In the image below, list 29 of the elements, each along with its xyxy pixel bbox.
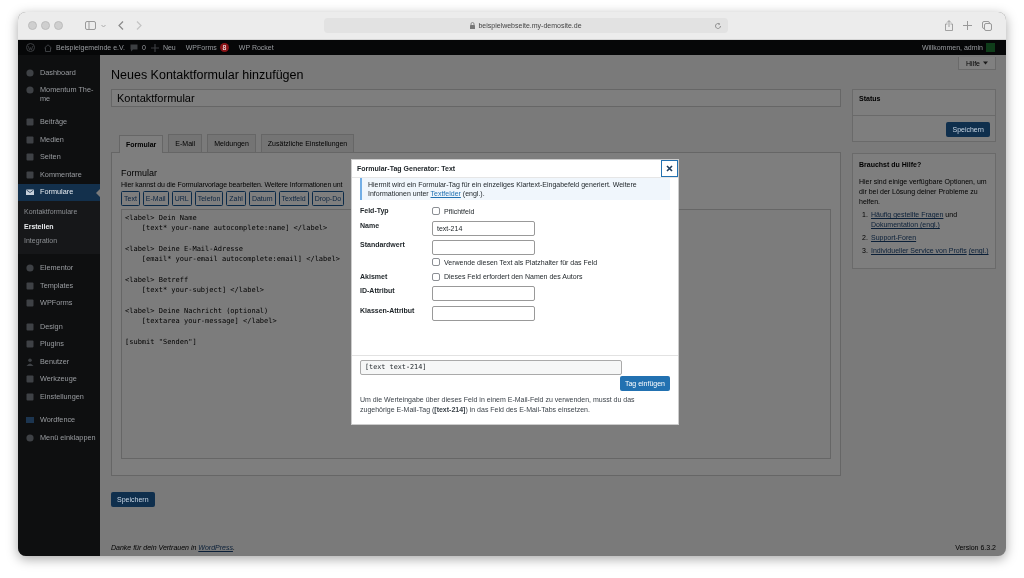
lock-icon (470, 22, 476, 29)
checkbox[interactable] (432, 272, 440, 281)
forward-icon[interactable] (136, 21, 142, 30)
plus-icon (150, 43, 159, 52)
input-field[interactable] (432, 305, 535, 321)
wordpress-logo-icon[interactable] (26, 43, 35, 52)
caret-icon (983, 61, 988, 65)
checkbox[interactable] (432, 207, 440, 215)
input-field[interactable] (432, 240, 535, 255)
page-title: Neues Kontaktformular hinzufügen (111, 67, 305, 83)
minimize-window-button[interactable] (41, 21, 50, 30)
checkbox[interactable] (432, 258, 440, 266)
chevron-down-icon[interactable] (101, 23, 106, 28)
new-tab-icon[interactable] (963, 21, 972, 30)
zoom-window-button[interactable] (54, 21, 63, 30)
close-window-button[interactable] (28, 21, 37, 30)
close-button[interactable] (661, 160, 678, 177)
input-field[interactable] (432, 286, 535, 301)
back-icon[interactable] (118, 21, 124, 30)
reload-icon[interactable] (714, 21, 722, 30)
share-icon[interactable] (945, 20, 953, 31)
sidebar-icon[interactable] (85, 21, 96, 30)
title-field[interactable]: Kontaktformular (111, 89, 841, 107)
tabs-overview-icon[interactable] (982, 20, 992, 31)
mail-icon (26, 188, 34, 196)
home-icon (44, 43, 52, 52)
close-icon (666, 165, 673, 172)
panel-title: Formular (121, 168, 157, 179)
user-icon (26, 357, 34, 366)
